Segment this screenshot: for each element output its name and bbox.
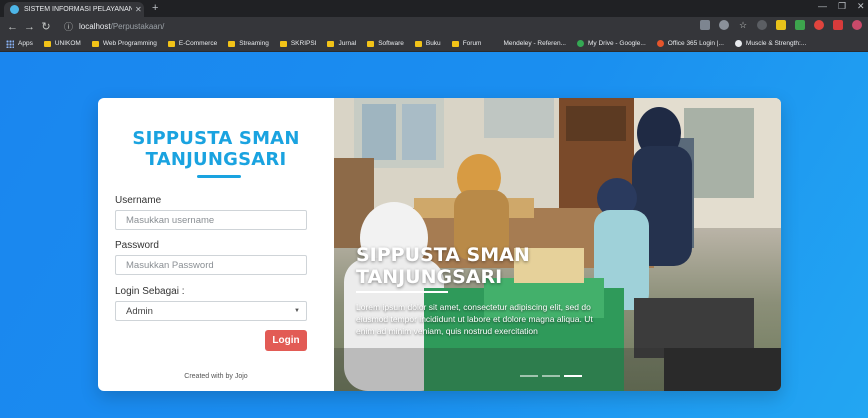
password-placeholder: Masukkan Password [126,259,214,271]
chevron-down-icon: ▼ [294,308,300,314]
forward-icon[interactable]: → [24,21,35,33]
bookmark-label: E-Commerce [178,40,218,47]
bookmark-item[interactable]: Muscle & Strength:... [734,40,807,47]
folder-icon [367,40,375,47]
office-icon [656,40,664,47]
bookmark-item[interactable]: Forum [451,40,482,47]
bookmark-label: UNIKOM [54,40,81,47]
bookmark-label: Forum [462,40,482,47]
bookmark-label: Apps [18,40,33,47]
bookmark-label: Jurnal [338,40,357,47]
bookmark-item[interactable]: Software [367,40,404,47]
bookmark-item[interactable]: Buku [414,40,441,47]
bookmark-label: My Drive - Google... [587,40,646,47]
page-background: SIPPUSTA SMAN TANJUNGSARI Username Masuk… [0,52,868,418]
url-path: /Perpustakaan/ [110,22,165,31]
extension-icon[interactable] [795,20,805,30]
bookmark-label: Mendeley - Referen... [503,40,566,47]
carousel-indicator[interactable] [520,375,538,377]
login-button[interactable]: Login [265,330,307,351]
folder-icon [228,40,236,47]
new-tab-icon[interactable]: + [152,2,158,14]
bookmark-label: Streaming [239,40,269,47]
brand-title: SIPPUSTA SMAN TANJUNGSARI [98,128,334,170]
bookmark-label: Office 365 Login |... [667,40,724,47]
bookmark-label: Buku [425,40,441,47]
bookmark-item[interactable]: Mendeley - Referen... [492,40,566,47]
carousel-divider [356,291,448,293]
role-value: Admin [126,305,153,317]
login-form: SIPPUSTA SMAN TANJUNGSARI Username Masuk… [98,98,334,391]
carousel-indicator[interactable] [542,375,560,377]
profile-avatar-icon[interactable] [852,20,862,30]
muscle-icon [734,40,742,47]
extension-icon[interactable] [776,20,786,30]
carousel-title-line2: TANJUNGSARI [356,266,503,288]
bookmark-label: Software [378,40,404,47]
brand-title-line1: SIPPUSTA SMAN [132,128,300,149]
folder-icon [414,40,422,47]
bookmark-item[interactable]: SKRIPSI [279,40,317,47]
username-input[interactable]: Masukkan username [115,210,307,230]
reload-icon[interactable]: ↻ [41,20,51,33]
bookmark-item[interactable]: Apps [6,39,33,48]
drive-icon [576,40,584,47]
bookmark-item[interactable]: My Drive - Google... [576,40,646,47]
translate-icon[interactable] [700,20,710,30]
bookmark-item[interactable]: UNIKOM [43,40,81,47]
back-icon[interactable]: ← [7,21,18,33]
plain-icon [492,40,499,47]
brand-title-line2: TANJUNGSARI [145,149,287,170]
extension-icon[interactable] [833,20,843,30]
browser-toolbar: ← → ↻ ⓘ localhost /Perpustakaan/ ☆ [0,17,868,36]
bookmark-label: Web Programming [102,40,157,47]
role-select[interactable]: Admin ▼ [115,301,307,321]
bookmarks-bar: Apps UNIKOM Web Programming E-Commerce Strea… [0,36,868,52]
folder-icon [43,40,51,47]
bookmark-label: SKRIPSI [290,40,317,47]
tab-close-icon[interactable]: ✕ [135,5,142,14]
extension-icons: ☆ [700,20,862,30]
carousel-title-line1: SIPPUSTA SMAN [356,244,530,266]
bookmark-item[interactable]: Office 365 Login |... [656,40,724,47]
apps-grid-icon [6,39,14,48]
folder-icon [327,40,335,47]
extension-icon[interactable] [814,20,824,30]
login-card: SIPPUSTA SMAN TANJUNGSARI Username Masuk… [98,98,781,391]
carousel-indicators [520,375,582,377]
site-favicon-icon [10,5,19,14]
username-placeholder: Masukkan username [126,214,215,226]
minimize-icon[interactable]: — [818,1,827,11]
info-icon[interactable]: ⓘ [64,20,73,33]
bookmark-item[interactable]: Web Programming [91,40,157,47]
extension-icon[interactable] [757,20,767,30]
folder-icon [451,40,459,47]
zoom-icon[interactable] [719,20,729,30]
brand-underline [197,175,241,178]
carousel-slide: SIPPUSTA SMAN TANJUNGSARI Lorem ipsum do… [334,98,781,391]
bookmark-label: Muscle & Strength:... [745,40,807,47]
password-label: Password [115,240,159,251]
bookmark-item[interactable]: Jurnal [327,40,356,47]
browser-tab-bar: SISTEM INFORMASI PELAYANAN ✕ + — ❐ ✕ [0,0,868,17]
bookmark-item[interactable]: Streaming [228,40,269,47]
carousel-title: SIPPUSTA SMAN TANJUNGSARI [356,244,530,288]
url-host: localhost [79,22,111,31]
tab-title: SISTEM INFORMASI PELAYANAN [24,6,132,13]
username-label: Username [115,195,162,206]
maximize-icon[interactable]: ❐ [838,1,846,12]
credit-text: Created with by Jojo [184,373,248,380]
carousel-indicator[interactable] [564,375,582,377]
folder-icon [279,40,287,47]
star-icon[interactable]: ☆ [738,20,748,30]
carousel-text: Lorem ipsum dolor sit amet, consectetur … [356,302,593,336]
role-label: Login Sebagai : [115,286,185,297]
close-window-icon[interactable]: ✕ [857,1,865,12]
bookmark-item[interactable]: E-Commerce [167,40,218,47]
password-input[interactable]: Masukkan Password [115,255,307,275]
address-bar[interactable]: ⓘ localhost /Perpustakaan/ [64,19,714,34]
browser-tab[interactable]: SISTEM INFORMASI PELAYANAN ✕ [4,2,144,17]
folder-icon [167,40,175,47]
folder-icon [91,40,99,47]
